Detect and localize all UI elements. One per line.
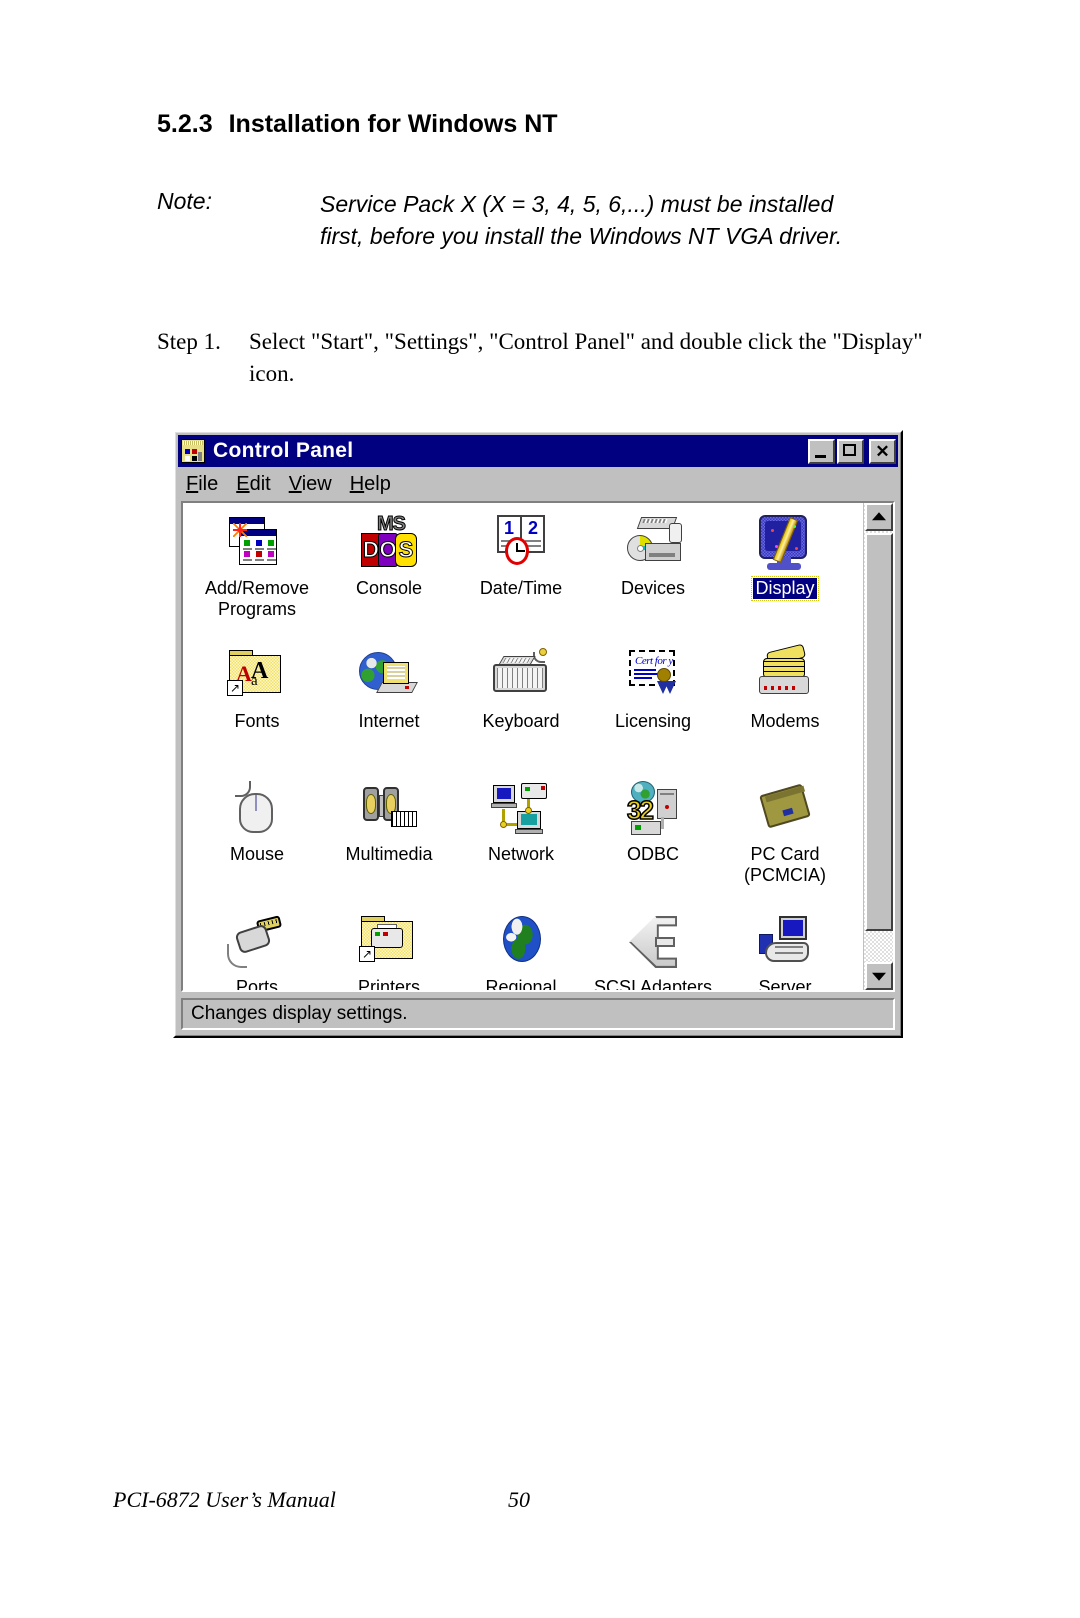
cp-icon-mouse[interactable]: Mouse — [191, 775, 323, 908]
cp-icon-label: Keyboard — [482, 711, 560, 731]
maximize-icon — [843, 443, 856, 456]
cp-icon-scsi-adapters[interactable]: SCSI Adapters — [587, 908, 719, 990]
cp-icon-display[interactable]: Display — [719, 509, 851, 642]
menu-item-file[interactable]: File — [186, 473, 218, 496]
cp-icon-label: Server — [758, 977, 812, 990]
cp-icon-regional[interactable]: Regional — [455, 908, 587, 990]
step-text: Select "Start", "Settings", "Control Pan… — [249, 329, 923, 386]
regional-icon — [489, 912, 553, 972]
console-icon: MS D O S — [357, 513, 421, 573]
title-bar[interactable]: Control Panel ✕ — [178, 435, 898, 467]
footer-manual-title: PCI-6872 User’s Manual — [113, 1487, 336, 1512]
cp-icon-label: Add/Remove Programs — [204, 578, 310, 619]
menu-item-edit[interactable]: Edit — [236, 473, 270, 496]
window-controls: ✕ — [808, 438, 896, 464]
cp-icon-licensing[interactable]: Cert for y Licensing — [587, 642, 719, 775]
cp-icon-printers[interactable]: ↗ Printers — [323, 908, 455, 990]
cp-icon-keyboard[interactable]: Keyboard — [455, 642, 587, 775]
cp-icon-ports[interactable]: Ports — [191, 908, 323, 990]
note-text: Service Pack X (X = 3, 4, 5, 6,...) must… — [320, 191, 843, 249]
cp-icon-label: Network — [487, 844, 554, 864]
mouse-icon — [225, 779, 289, 839]
network-icon — [489, 779, 553, 839]
control-panel-window[interactable]: Control Panel ✕ File Edit View Help Add/… — [173, 430, 903, 1038]
cp-icon-label: PC Card (PCMCIA) — [744, 844, 826, 885]
cp-icon-label: Devices — [620, 578, 686, 598]
section-title: Installation for Windows NT — [228, 110, 558, 138]
cp-icon-label: Fonts — [234, 711, 280, 731]
status-text: Changes display settings. — [191, 1003, 408, 1024]
cp-icon-label: Multimedia — [345, 844, 433, 864]
icon-list-view[interactable]: Add/Remove Programs MS D O S Console 1 2… — [181, 501, 895, 992]
maximize-button[interactable] — [837, 438, 864, 464]
cp-icon-pc-card[interactable]: PC Card (PCMCIA) — [719, 775, 851, 908]
vertical-scrollbar[interactable] — [863, 503, 893, 990]
cp-icon-label: ODBC — [626, 844, 679, 864]
scroll-up-button[interactable] — [865, 503, 893, 531]
icon-area: Add/Remove Programs MS D O S Console 1 2… — [183, 503, 863, 991]
status-bar: Changes display settings. — [181, 998, 895, 1030]
section-number: 5.2.3 — [157, 110, 213, 138]
note-label: Note: — [157, 188, 212, 214]
cp-icon-modems[interactable]: Modems — [719, 642, 851, 775]
printers-icon: ↗ — [357, 912, 421, 972]
add-remove-programs-icon — [225, 513, 289, 573]
menu-bar[interactable]: File Edit View Help — [178, 469, 898, 499]
cp-icon-label: Display — [751, 576, 819, 601]
step-block: Step 1. Select "Start", "Settings", "Con… — [157, 326, 927, 390]
chevron-up-icon — [872, 512, 886, 521]
cp-icon-label: Regional — [485, 977, 557, 990]
control-panel-icon — [181, 439, 205, 463]
server-icon — [753, 912, 817, 972]
minimize-button[interactable] — [808, 438, 835, 464]
minimize-icon — [815, 454, 826, 458]
chevron-down-icon — [872, 972, 886, 981]
cp-icon-label: Date/Time — [479, 578, 563, 598]
cp-icon-label: Ports — [235, 977, 278, 990]
fonts-icon: AAa ↗ — [225, 646, 289, 706]
page-title: 5.2.3 Installation for Windows NT — [157, 110, 558, 139]
cp-icon-multimedia[interactable]: Multimedia — [323, 775, 455, 908]
ports-icon — [225, 912, 289, 972]
cp-icon-label: Modems — [750, 711, 820, 731]
modems-icon — [753, 643, 817, 706]
cp-icon-internet[interactable]: Internet — [323, 642, 455, 775]
internet-icon — [357, 646, 421, 706]
cp-icon-server[interactable]: Server — [719, 908, 851, 990]
devices-icon — [621, 513, 685, 573]
cp-icon-label: Licensing — [614, 711, 692, 731]
window-title: Control Panel — [213, 439, 354, 462]
cp-icon-label: SCSI Adapters — [593, 977, 713, 990]
cp-icon-devices[interactable]: Devices — [587, 509, 719, 642]
cp-icon-label: Internet — [358, 711, 420, 731]
cp-icon-date-time[interactable]: 12 Date/Time — [455, 509, 587, 642]
icon-grid: Add/Remove Programs MS D O S Console 1 2… — [191, 509, 851, 991]
page-footer: PCI-6872 User’s Manual 50 — [0, 1487, 1080, 1517]
cp-icon-label: Mouse — [229, 844, 285, 864]
cp-icon-label: Console — [355, 578, 423, 598]
multimedia-icon — [357, 779, 421, 839]
scsi-adapters-icon — [621, 912, 685, 972]
close-button[interactable]: ✕ — [869, 438, 896, 464]
cp-icon-console[interactable]: MS D O S Console — [323, 509, 455, 642]
display-icon — [753, 513, 817, 573]
licensing-icon: Cert for y — [621, 646, 685, 706]
step-label: Step 1. — [157, 329, 221, 354]
menu-item-help[interactable]: Help — [350, 473, 391, 496]
menu-item-view[interactable]: View — [289, 473, 332, 496]
date-time-icon: 12 — [489, 513, 553, 573]
scrollbar-thumb[interactable] — [865, 533, 893, 931]
cp-icon-odbc[interactable]: 32 ODBC — [587, 775, 719, 908]
manual-page: 5.2.3 Installation for Windows NT Note: S… — [0, 0, 1080, 1618]
cp-icon-add-remove-programs[interactable]: Add/Remove Programs — [191, 509, 323, 642]
scroll-down-button[interactable] — [865, 962, 893, 990]
footer-page-number: 50 — [508, 1487, 530, 1512]
cp-icon-network[interactable]: Network — [455, 775, 587, 908]
cp-icon-label: Printers — [357, 977, 420, 990]
close-icon: ✕ — [875, 441, 890, 461]
keyboard-icon — [489, 646, 553, 706]
odbc-icon: 32 — [621, 779, 685, 839]
pc-card-icon — [753, 779, 817, 839]
cp-icon-fonts[interactable]: AAa ↗ Fonts — [191, 642, 323, 775]
